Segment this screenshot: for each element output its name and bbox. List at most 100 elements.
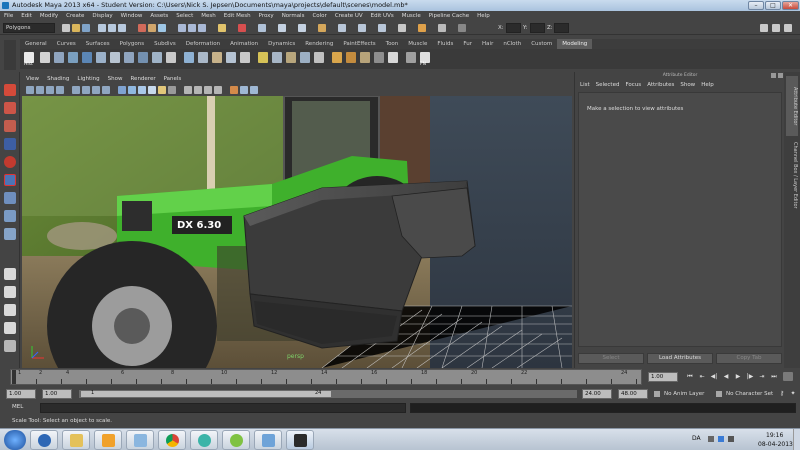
- shelf-tool-16-icon[interactable]: [258, 52, 268, 63]
- high-quality-icon[interactable]: [230, 86, 238, 94]
- minimize-button[interactable]: –: [748, 1, 764, 10]
- tab-polygons[interactable]: Polygons: [115, 39, 149, 49]
- playback-end-field[interactable]: 24.00: [582, 389, 612, 399]
- construction-history-icon[interactable]: [218, 24, 226, 32]
- range-slider-handle[interactable]: [81, 391, 331, 397]
- shelf-tool-5-icon[interactable]: [96, 52, 106, 63]
- step-back-key-icon[interactable]: ⇤: [697, 372, 707, 381]
- tab-surfaces[interactable]: Surfaces: [81, 39, 115, 49]
- outliner-icon[interactable]: [378, 24, 386, 32]
- shelf-tool-15-icon[interactable]: [240, 52, 250, 63]
- shelf-tool-6-icon[interactable]: [110, 52, 120, 63]
- range-slider[interactable]: 1 24: [78, 389, 578, 399]
- menu-muscle[interactable]: Muscle: [398, 11, 425, 21]
- select-button[interactable]: Select: [578, 353, 644, 364]
- tab-deformation[interactable]: Deformation: [181, 39, 225, 49]
- menu-help[interactable]: Help: [473, 11, 494, 21]
- clock-date[interactable]: 08-04-2013: [758, 441, 793, 448]
- open-scene-icon[interactable]: [72, 24, 80, 32]
- attr-menu-show[interactable]: Show: [677, 80, 698, 90]
- isolate-select-icon[interactable]: [184, 86, 192, 94]
- time-slider[interactable]: 1 2 4 6 8 10 12 14 16 18 20 22 24: [10, 369, 642, 385]
- viewport-menu-view[interactable]: View: [22, 74, 43, 84]
- wireframe-icon[interactable]: [118, 86, 126, 94]
- shelf-tool-8-icon[interactable]: [138, 52, 148, 63]
- lasso-tool-icon[interactable]: [4, 102, 16, 114]
- animation-start-field[interactable]: 1.00: [6, 389, 36, 399]
- shelf-tool-26-icon[interactable]: [406, 52, 416, 63]
- script-editor-icon[interactable]: [438, 24, 446, 32]
- menu-edit-mesh[interactable]: Edit Mesh: [220, 11, 255, 21]
- start-button-icon[interactable]: [4, 430, 26, 450]
- menu-set-dropdown[interactable]: Polygons: [3, 23, 55, 33]
- scale-tool-icon[interactable]: [4, 174, 16, 186]
- camera-attributes-icon[interactable]: [36, 86, 44, 94]
- light-icon[interactable]: [298, 24, 306, 32]
- play-backwards-icon[interactable]: ◀: [721, 372, 731, 381]
- taskbar-downloads[interactable]: [126, 430, 154, 450]
- ipr-render-icon[interactable]: [188, 24, 196, 32]
- network-icon[interactable]: [718, 436, 724, 442]
- gate-mask-icon[interactable]: [102, 86, 110, 94]
- taskbar-media-player[interactable]: [30, 430, 58, 450]
- notification-icon[interactable]: [708, 436, 714, 442]
- shelf-tool-3-icon[interactable]: [68, 52, 78, 63]
- taskbar-video-player[interactable]: [94, 430, 122, 450]
- menu-select[interactable]: Select: [172, 11, 197, 21]
- menu-create-uv[interactable]: Create UV: [331, 11, 367, 21]
- menu-display[interactable]: Display: [88, 11, 116, 21]
- persp-outliner-layout-icon[interactable]: [4, 304, 16, 316]
- command-input[interactable]: [40, 403, 406, 413]
- step-forward-key-icon[interactable]: ⇥: [757, 372, 767, 381]
- shelf-tool-25-icon[interactable]: [388, 52, 398, 63]
- current-time-marker[interactable]: [12, 370, 16, 384]
- display-icon[interactable]: [258, 24, 266, 32]
- resolution-gate-icon[interactable]: [92, 86, 100, 94]
- menu-edit[interactable]: Edit: [17, 11, 36, 21]
- taskbar-spotify[interactable]: [222, 430, 250, 450]
- taskbar-explorer[interactable]: [254, 430, 282, 450]
- load-attributes-button[interactable]: Load Attributes: [647, 353, 713, 364]
- character-set-label[interactable]: No Character Set: [726, 391, 773, 397]
- go-to-start-icon[interactable]: ⏮: [685, 372, 695, 381]
- menu-color[interactable]: Color: [308, 11, 330, 21]
- magnet-icon[interactable]: [238, 24, 246, 32]
- menu-edit-uvs[interactable]: Edit UVs: [367, 11, 398, 21]
- show-tool-settings-icon[interactable]: [772, 24, 780, 32]
- mel-label[interactable]: MEL: [12, 404, 23, 410]
- close-button[interactable]: ✕: [782, 1, 799, 10]
- copy-tab-button[interactable]: Copy Tab: [716, 353, 782, 364]
- select-object-icon[interactable]: [108, 24, 116, 32]
- tab-dynamics[interactable]: Dynamics: [263, 39, 300, 49]
- single-perspective-layout-icon[interactable]: [4, 268, 16, 280]
- antialias-icon[interactable]: [250, 86, 258, 94]
- shadows-icon[interactable]: [168, 86, 176, 94]
- menu-assets[interactable]: Assets: [146, 11, 172, 21]
- shelf-tool-12-icon[interactable]: [198, 52, 208, 63]
- camera-icon[interactable]: [278, 24, 286, 32]
- tab-animation[interactable]: Animation: [225, 39, 263, 49]
- shelf-tool-21-icon[interactable]: [332, 52, 342, 63]
- menu-pipeline-cache[interactable]: Pipeline Cache: [425, 11, 473, 21]
- shelf-menu-icon[interactable]: [4, 40, 16, 70]
- close-panel-icon[interactable]: [778, 73, 783, 78]
- show-attribute-editor-icon[interactable]: [760, 24, 768, 32]
- menu-create[interactable]: Create: [62, 11, 88, 21]
- tab-rendering[interactable]: Rendering: [300, 39, 338, 49]
- shelf-tool-7-icon[interactable]: [124, 52, 134, 63]
- textured-icon[interactable]: [148, 86, 156, 94]
- tab-curves[interactable]: Curves: [52, 39, 81, 49]
- attr-menu-selected[interactable]: Selected: [593, 80, 623, 90]
- perspective-viewport[interactable]: DX 6.30 persp: [22, 96, 572, 368]
- shelf-tool-18-icon[interactable]: [286, 52, 296, 63]
- side-tab-channel-box[interactable]: Channel Box / Layer Editor: [786, 130, 798, 220]
- z-field[interactable]: [554, 23, 569, 33]
- attr-menu-focus[interactable]: Focus: [622, 80, 644, 90]
- shelf-tool-9-icon[interactable]: [152, 52, 162, 63]
- tab-ncloth[interactable]: nCloth: [498, 39, 526, 49]
- xray-components-icon[interactable]: [214, 86, 222, 94]
- taskbar-chrome[interactable]: [158, 430, 186, 450]
- hypershade-icon[interactable]: [398, 24, 406, 32]
- persp-graph-layout-icon[interactable]: [4, 322, 16, 334]
- viewport-menu-panels[interactable]: Panels: [160, 74, 186, 84]
